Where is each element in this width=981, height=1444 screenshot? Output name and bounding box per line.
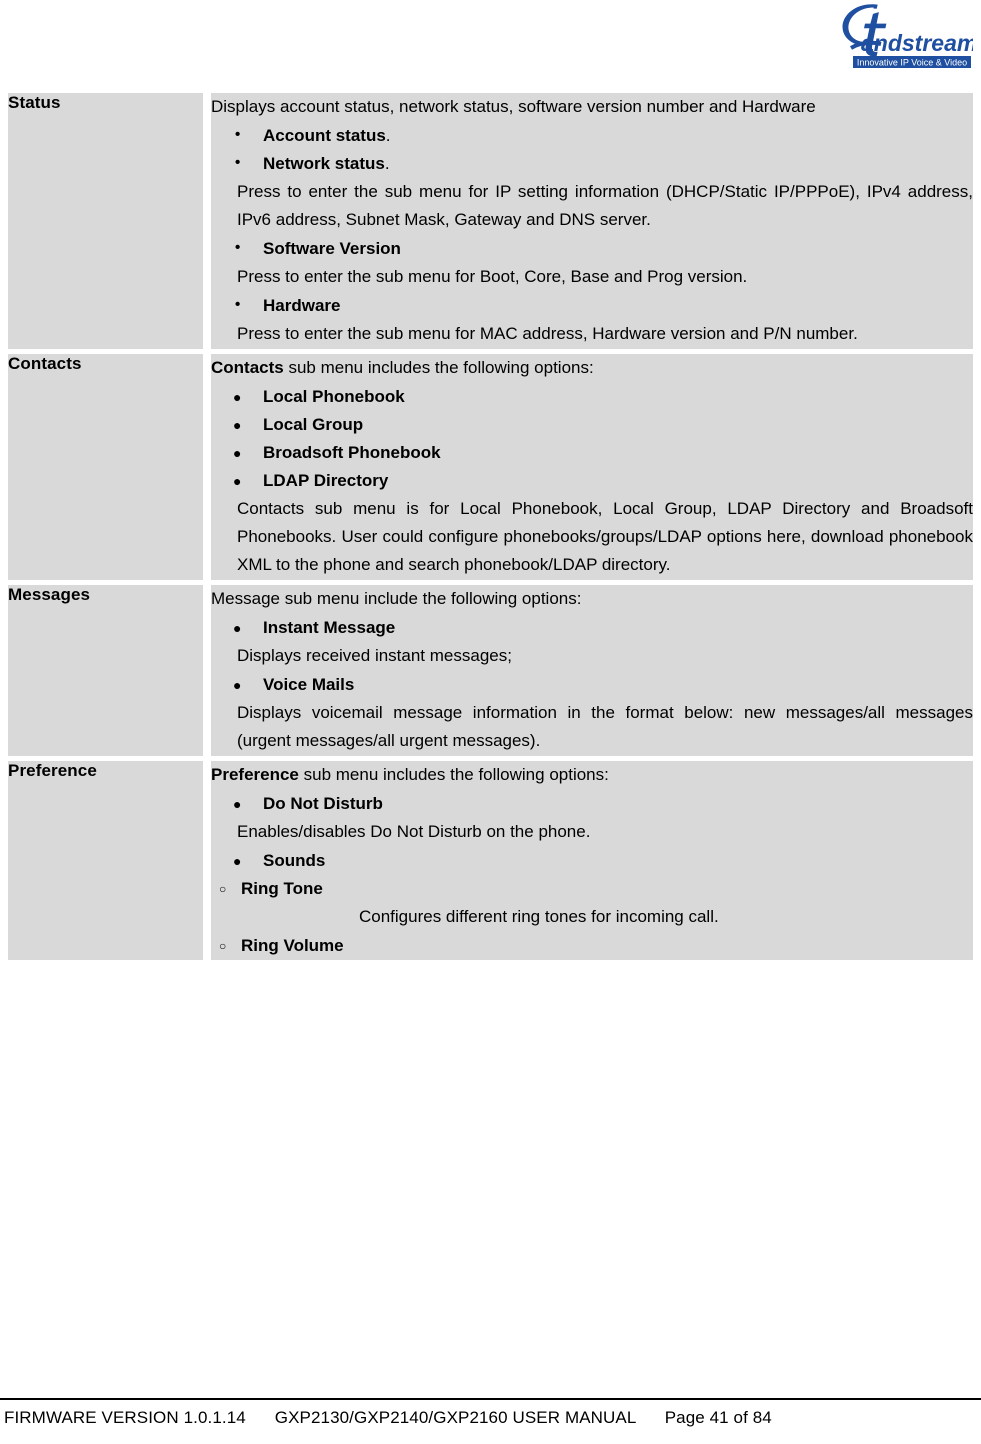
list-item-title: Software Version [263,239,401,258]
list-item-title: Broadsoft Phonebook [263,443,441,462]
row-label: Contacts [8,354,82,373]
contacts-bullet-list: Local Phonebook Local Group Broadsoft Ph… [211,383,973,495]
status-bullet-list: Account status. Network status. [211,121,973,178]
list-item-note: Enables/disables Do Not Disturb on the p… [237,822,591,841]
description-lead-bold: Preference [211,765,299,784]
list-item-note: Displays received instant messages; [237,646,512,665]
list-item-title: Hardware [263,296,341,315]
list-item-title: Ring Volume [241,936,344,955]
logo-tagline: Innovative IP Voice & Video [857,58,967,68]
page-header: andstream Innovative IP Voice & Video [0,0,981,88]
messages-bullet-list-2: Voice Mails [211,671,973,699]
section-trailing-note: Contacts sub menu is for Local Phonebook… [237,499,973,574]
row-label-cell-messages: Messages [8,585,203,756]
list-item: Do Not Disturb [211,790,973,818]
row-label: Status [8,93,61,112]
list-item-note: Press to enter the sub menu for Boot, Co… [237,267,748,286]
list-item-title: Account status [263,126,386,145]
row-label-cell-status: Status [8,93,203,349]
preference-bullet-list: Do Not Disturb [211,790,973,818]
list-item-title: Network status [263,154,385,173]
list-item: Network status. [211,149,973,178]
row-label: Preference [8,761,97,780]
list-item-title: Local Group [263,415,364,434]
list-item-title-tail: . [385,126,391,145]
list-item-title: Voice Mails [263,675,355,694]
list-item-title: LDAP Directory [263,471,389,490]
preference-bullet-list-2: Sounds [211,847,973,875]
list-item: Ring Tone [211,875,973,903]
list-item: Account status. [211,121,973,150]
row-description-cell-contacts: Contacts sub menu includes the following… [211,354,973,580]
table-row: Messages Message sub menu include the fo… [8,585,973,756]
row-description-cell-status: Displays account status, network status,… [211,93,973,349]
row-label-cell-contacts: Contacts [8,354,203,580]
list-item: Instant Message [211,614,973,642]
menu-description-table: Status Displays account status, network … [0,88,981,965]
list-item-title-tail: . [384,154,390,173]
row-description-cell-messages: Message sub menu include the following o… [211,585,973,756]
list-item: Broadsoft Phonebook [211,439,973,467]
messages-bullet-list: Instant Message [211,614,973,642]
table-row: Status Displays account status, network … [8,93,973,349]
status-bullet-list-2: Software Version [211,234,973,263]
list-item-title: Local Phonebook [263,387,405,406]
sounds-sub-list-2: Ring Volume [211,932,973,960]
description-lead-bold: Contacts [211,358,284,377]
description-lead: Preference sub menu includes the followi… [211,761,973,789]
list-item: Local Group [211,411,973,439]
list-item-title: Sounds [263,851,326,870]
list-item: Software Version [211,234,973,263]
grandstream-logo: andstream Innovative IP Voice & Video [821,4,973,72]
description-lead-rest: sub menu includes the following options: [283,358,594,377]
list-item: LDAP Directory [211,467,973,495]
table-row: Preference Preference sub menu includes … [8,761,973,960]
list-item-note: Press to enter the sub menu for IP setti… [237,182,973,229]
list-item-note: Displays voicemail message information i… [237,703,973,750]
list-item-title: Do Not Disturb [263,794,383,813]
list-item-title: Ring Tone [241,879,323,898]
footer-divider [0,1398,981,1400]
list-item-title: Instant Message [263,618,396,637]
row-description-cell-preference: Preference sub menu includes the followi… [211,761,973,960]
list-item-note: Configures different ring tones for inco… [359,907,719,926]
list-item: Voice Mails [211,671,973,699]
row-label-cell-preference: Preference [8,761,203,960]
list-item-note: Press to enter the sub menu for MAC addr… [237,324,858,343]
description-lead: Contacts sub menu includes the following… [211,354,973,382]
list-item: Local Phonebook [211,383,973,411]
description-lead: Message sub menu include the following o… [211,589,582,608]
status-bullet-list-3: Hardware [211,291,973,320]
table-row: Contacts Contacts sub menu includes the … [8,354,973,580]
list-item: Hardware [211,291,973,320]
row-label: Messages [8,585,91,604]
list-item: Sounds [211,847,973,875]
footer-text: FIRMWARE VERSION 1.0.1.14 GXP2130/GXP214… [4,1408,772,1427]
list-item: Ring Volume [211,932,973,960]
description-lead-rest: sub menu includes the following options: [298,765,609,784]
description-lead: Displays account status, network status,… [211,97,816,116]
grandstream-logo-icon: andstream Innovative IP Voice & Video [842,4,973,68]
sounds-sub-list: Ring Tone [211,875,973,903]
page-footer: FIRMWARE VERSION 1.0.1.14 GXP2130/GXP214… [0,1398,981,1444]
